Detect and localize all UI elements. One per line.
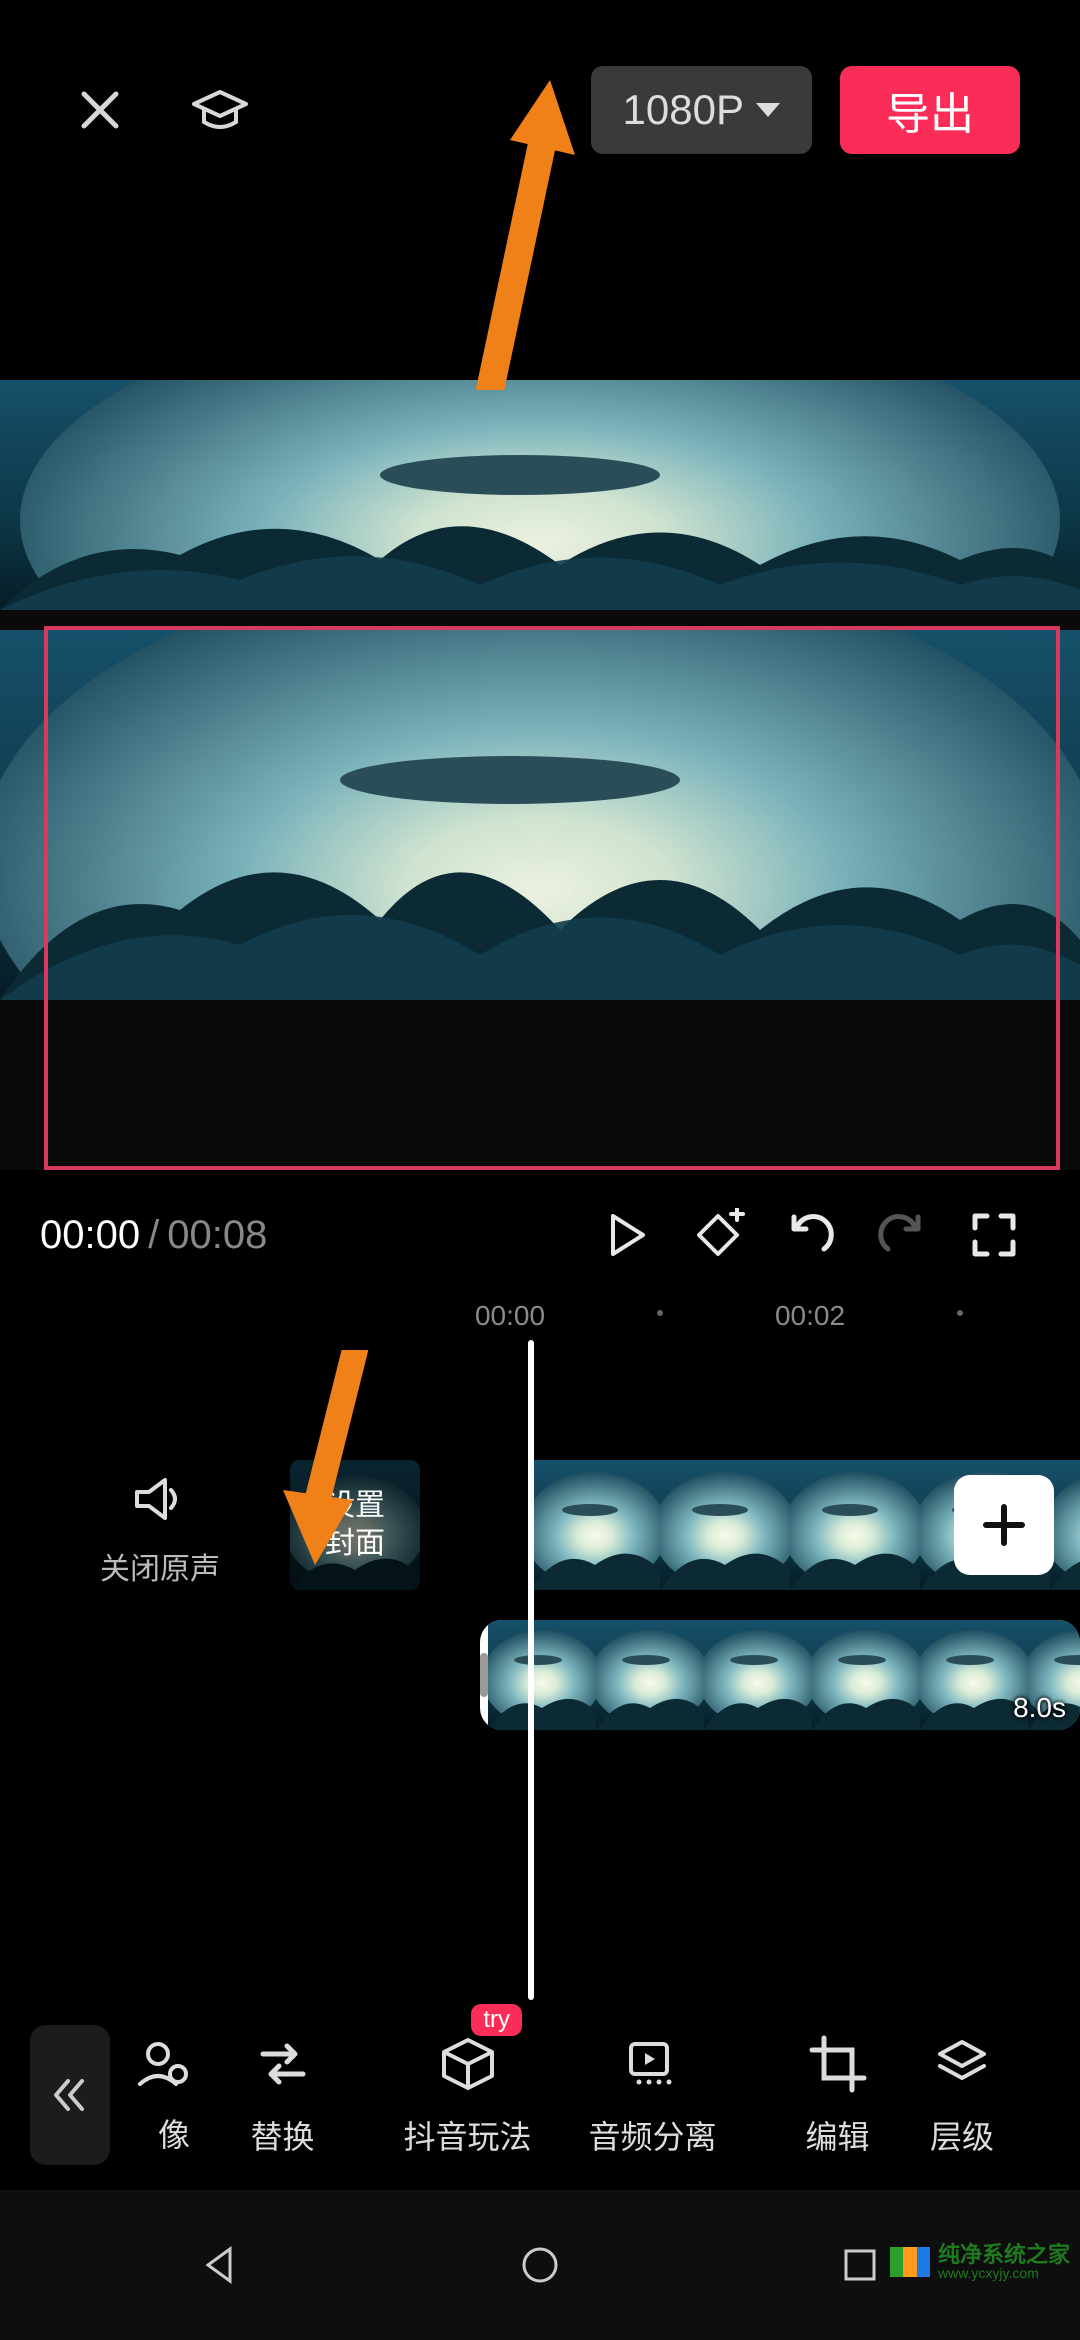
clip-frame (920, 1620, 1028, 1730)
time-ruler: 00:00 00:02 (0, 1300, 1080, 1340)
tool-douyin-effects[interactable]: try 抖音玩法 (375, 2000, 560, 2190)
clip-frame (660, 1460, 790, 1590)
nav-home[interactable] (490, 2215, 590, 2315)
chevron-down-icon (756, 103, 780, 117)
ruler-tick-1: 00:02 (775, 1300, 845, 1332)
nav-back[interactable] (170, 2215, 270, 2315)
fullscreen-icon (971, 1212, 1017, 1258)
watermark-logo-icon (890, 2247, 930, 2277)
tool-label: 层级 (930, 2112, 994, 2158)
tool-avatar[interactable]: 像 (90, 2000, 190, 2190)
layers-icon (930, 2032, 994, 2096)
audio-separate-icon (621, 2032, 685, 2096)
tool-label: 像 (158, 2110, 190, 2156)
time-current: 00:00 (40, 1213, 140, 1258)
keyframe-add-icon (691, 1208, 745, 1262)
ruler-tick-0: 00:00 (475, 1300, 545, 1332)
resolution-label: 1080P (623, 86, 744, 134)
clip-frame (812, 1620, 920, 1730)
time-total: 00:08 (167, 1213, 267, 1258)
watermark: 纯净系统之家 www.ycxyjy.com (890, 2244, 1070, 2280)
triangle-back-icon (198, 2243, 242, 2287)
mute-audio-button[interactable]: 关闭原声 (100, 1470, 220, 1588)
redo-icon (876, 1209, 928, 1261)
tool-edit[interactable]: 编辑 (745, 2000, 930, 2190)
close-button[interactable] (60, 70, 140, 150)
watermark-title: 纯净系统之家 (938, 2244, 1070, 2266)
ruler-dot (657, 1310, 663, 1316)
clip-frame (1050, 1460, 1080, 1590)
circle-home-icon (518, 2243, 562, 2287)
avatar-icon (130, 2034, 190, 2094)
tutorial-button[interactable] (180, 70, 260, 150)
mute-label: 关闭原声 (100, 1544, 220, 1588)
timeline[interactable]: 00:00 00:02 关闭原声 设置封面 8.0s (0, 1280, 1080, 2040)
export-button[interactable]: 导出 (840, 66, 1020, 154)
selection-box[interactable] (44, 626, 1060, 1170)
clip-frame (530, 1460, 660, 1590)
tool-replace[interactable]: 替换 (190, 2000, 375, 2190)
watermark-url: www.ycxyjy.com (938, 2266, 1070, 2280)
speaker-icon (131, 1470, 189, 1528)
clip-duration: 8.0s (1013, 1692, 1066, 1724)
square-recent-icon (840, 2245, 880, 2285)
clip-frame (596, 1620, 704, 1730)
tool-label: 抖音玩法 (403, 2112, 531, 2158)
timeline-track-pip[interactable]: 8.0s (480, 1620, 1080, 1730)
plus-icon (980, 1501, 1028, 1549)
redo-button[interactable] (856, 1189, 948, 1281)
set-cover-button[interactable]: 设置封面 (290, 1460, 420, 1590)
clip-frame (704, 1620, 812, 1730)
tool-label: 音频分离 (588, 2112, 716, 2158)
replace-icon (251, 2032, 315, 2096)
clip-frame (488, 1620, 596, 1730)
clip-frame (790, 1460, 920, 1590)
cube-icon (436, 2032, 500, 2096)
clip-trim-handle-left[interactable] (480, 1620, 488, 1730)
ruler-dot (957, 1310, 963, 1316)
playhead[interactable] (528, 1340, 534, 2000)
export-label: 导出 (886, 78, 974, 142)
tool-row: 像 替换 try 抖音玩法 音频分离 编辑 层级 (0, 2000, 1080, 2190)
add-clip-button[interactable] (954, 1475, 1054, 1575)
undo-button[interactable] (764, 1189, 856, 1281)
preview-clip-top (0, 380, 1080, 610)
tool-audio-separate[interactable]: 音频分离 (560, 2000, 745, 2190)
keyframe-button[interactable] (672, 1189, 764, 1281)
graduation-cap-icon (190, 80, 250, 140)
close-icon (76, 86, 124, 134)
transport-bar: 00:00 / 00:08 (0, 1190, 1080, 1280)
clip-strip[interactable] (488, 1620, 1080, 1730)
video-preview[interactable] (0, 380, 1080, 1170)
crop-icon (806, 2032, 870, 2096)
time-separator: / (148, 1213, 159, 1258)
play-icon (603, 1212, 649, 1258)
resolution-selector[interactable]: 1080P (591, 66, 812, 154)
chevron-double-left-icon (48, 2073, 92, 2117)
tool-label: 替换 (250, 2112, 314, 2158)
fullscreen-button[interactable] (948, 1189, 1040, 1281)
try-badge: try (471, 2004, 522, 2036)
tool-layer[interactable]: 层级 (930, 2000, 1040, 2190)
cover-label: 设置封面 (325, 1487, 385, 1563)
undo-icon (784, 1209, 836, 1261)
play-button[interactable] (580, 1189, 672, 1281)
tool-label: 编辑 (805, 2112, 869, 2158)
